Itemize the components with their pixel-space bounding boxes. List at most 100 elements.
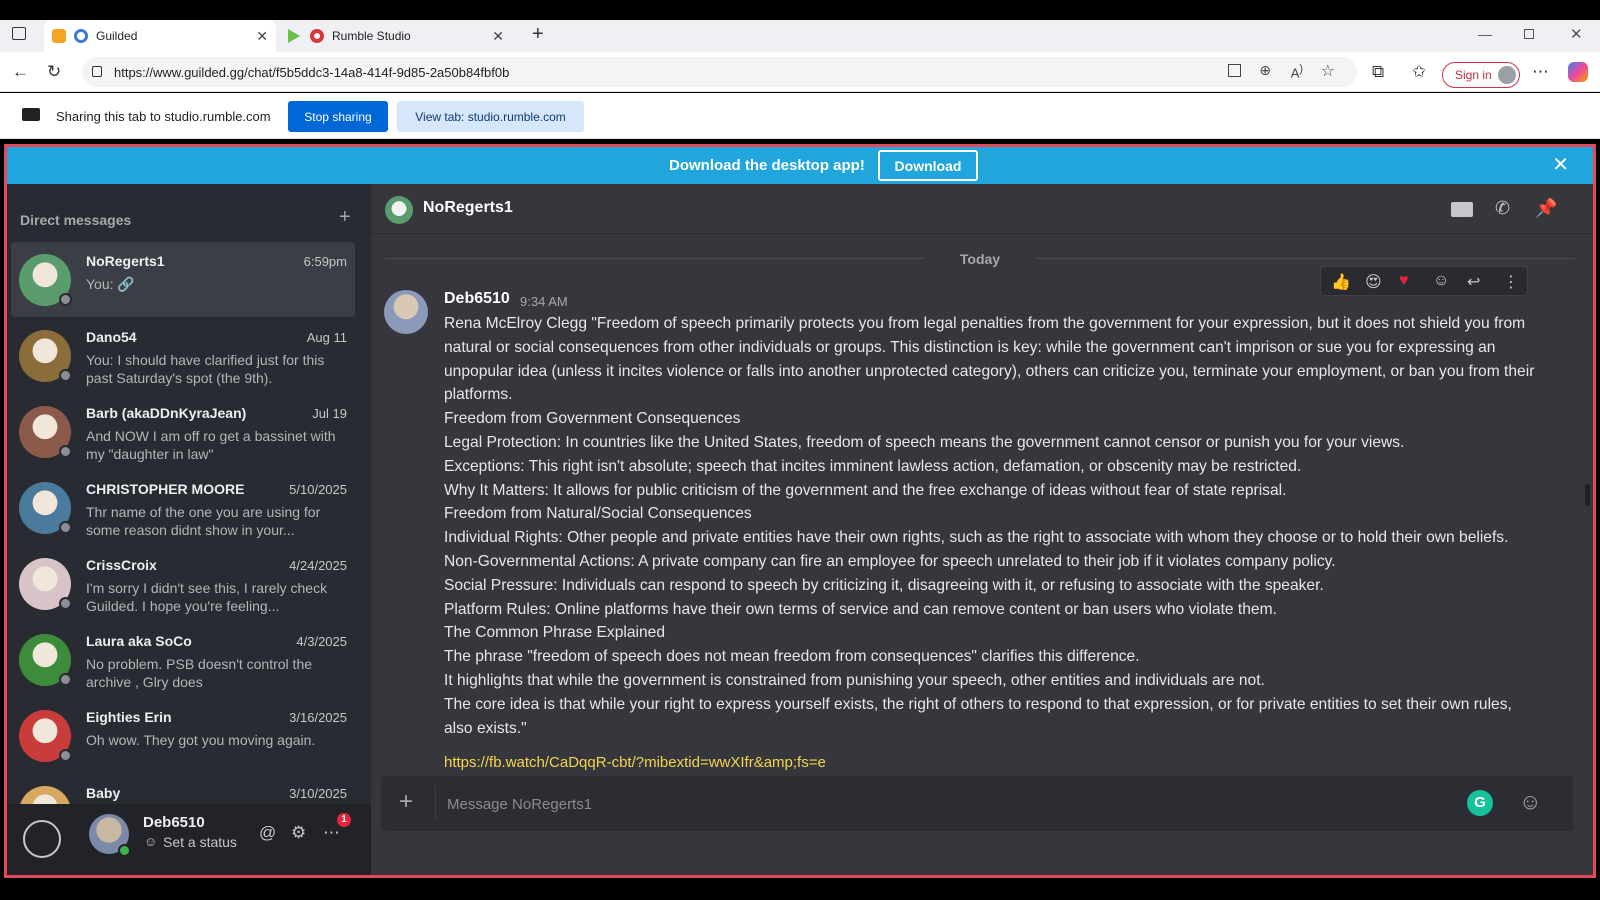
app-available-icon[interactable] (1228, 64, 1241, 77)
dm-date: 6:59pm (303, 254, 347, 269)
url-text: https://www.guilded.gg/chat/f5b5ddc3-14a… (114, 64, 510, 80)
message-link[interactable]: https://fb.watch/CaDqqR-cbt/?mibextid=ww… (444, 754, 826, 771)
avatar[interactable] (384, 290, 428, 334)
guilded-home-icon[interactable] (23, 820, 61, 858)
chat-header: NoRegerts1 ✆ 📌 (371, 184, 1593, 234)
download-button[interactable]: Download (878, 150, 978, 181)
sign-in-button[interactable]: Sign in (1442, 62, 1520, 88)
avatar[interactable] (385, 196, 413, 224)
restore-icon[interactable] (1524, 29, 1534, 39)
minimize-icon[interactable]: — (1478, 26, 1492, 42)
thumbs-up-icon[interactable]: 👍 (1331, 272, 1351, 292)
notification-badge: 1 (337, 813, 351, 827)
emoji-picker-icon[interactable]: ☺ (1519, 789, 1541, 815)
dm-name: NoRegerts1 (86, 253, 165, 269)
sign-in-label: Sign in (1455, 68, 1492, 82)
smiley-status-icon: ☺ (144, 834, 158, 849)
user-name: Deb6510 (143, 814, 205, 831)
banner-text: Download the desktop app! (669, 157, 865, 174)
favorites-icon[interactable]: ✩ (1412, 62, 1426, 82)
tab-label: Guilded (96, 29, 138, 43)
view-tab-button[interactable]: View tab: studio.rumble.com (397, 101, 584, 132)
status-dot-icon (59, 521, 72, 534)
dm-preview: Thr name of the one you are using for so… (86, 504, 321, 538)
dm-item[interactable]: CrissCroix 4/24/2025 I'm sorry I didn't se… (11, 546, 355, 621)
screen: Guilded ✕ Rumble Studio ✕ + — ✕ ← ↻ http… (0, 0, 1600, 900)
dm-date: 3/16/2025 (289, 710, 347, 725)
message-time: 9:34 AM (520, 294, 568, 309)
more-options-icon[interactable]: ⋯ (323, 823, 340, 843)
message-input[interactable] (447, 790, 1447, 818)
dm-date: Jul 19 (312, 406, 347, 421)
tab-close-icon[interactable]: ✕ (492, 28, 504, 45)
back-icon[interactable]: ← (12, 62, 29, 82)
chat-panel: NoRegerts1 ✆ 📌 Today 👍 😍 ♥ ☺ ↩ ⋮ Deb6510 (371, 184, 1593, 875)
download-banner: Download the desktop app! Download ✕ (7, 147, 1593, 184)
dm-item[interactable]: Eighties Erin 3/16/2025 Oh wow. They got y… (11, 698, 355, 773)
tab-sharing-bar: Sharing this tab to studio.rumble.com St… (0, 93, 1600, 139)
dm-item[interactable]: CHRISTOPHER MOORE 5/10/2025 Thr name of th… (11, 470, 355, 545)
heart-eyes-icon[interactable]: 😍 (1365, 272, 1382, 292)
gear-icon[interactable]: ⚙ (291, 823, 306, 843)
new-tab-icon[interactable]: + (532, 23, 544, 46)
dm-item[interactable]: Laura aka SoCo 4/3/2025 No problem. PSB do… (11, 622, 355, 697)
add-dm-icon[interactable]: + (339, 206, 351, 229)
message-line: The Common Phrase Explained (444, 624, 666, 642)
dm-preview: You: 🔗 (86, 276, 135, 292)
zoom-icon[interactable]: ⊕ (1259, 62, 1271, 79)
status-dot-icon (59, 749, 72, 762)
dm-date: 3/10/2025 (289, 786, 347, 801)
browser-toolbar: ← ↻ https://www.guilded.gg/chat/f5b5ddc3… (0, 52, 1600, 92)
add-attachment-icon[interactable]: + (399, 788, 413, 816)
status-dot-icon (59, 445, 72, 458)
close-window-icon[interactable]: ✕ (1570, 25, 1583, 43)
tab-rumble-studio[interactable]: Rumble Studio ✕ (280, 20, 512, 52)
phone-icon[interactable]: ✆ (1495, 198, 1510, 219)
dm-preview: I'm sorry I didn't see this, I rarely ch… (86, 580, 328, 614)
favorite-star-icon[interactable]: ☆ (1321, 61, 1335, 81)
status-dot-icon (59, 369, 72, 382)
status-dot-icon (59, 597, 72, 610)
message-line: It highlights that while the government … (444, 671, 1265, 689)
dm-sidebar: Direct messages + NoRegerts1 6:59pm You: 🔗… (7, 184, 371, 875)
message-line: Freedom from Government Consequences (444, 410, 741, 428)
add-reaction-icon[interactable]: ☺ (1433, 272, 1449, 290)
address-bar[interactable]: https://www.guilded.gg/chat/f5b5ddc3-14a… (82, 57, 1357, 87)
grammarly-icon[interactable]: G (1467, 790, 1493, 816)
mention-icon[interactable]: @ (259, 823, 276, 843)
video-call-icon[interactable] (1451, 202, 1473, 217)
message-line: The phrase "freedom of speech does not m… (444, 648, 1140, 666)
dm-preview: You: I should have clarified just for th… (86, 352, 325, 386)
reply-icon[interactable]: ↩ (1467, 272, 1480, 292)
read-aloud-icon[interactable]: A) (1291, 63, 1303, 80)
copilot-icon[interactable] (1568, 62, 1588, 82)
more-vertical-icon[interactable]: ⋮ (1503, 272, 1519, 292)
tab-actions-icon[interactable] (12, 27, 26, 40)
dm-item[interactable]: Barb (akaDDnKyraJean) Jul 19 And NOW I am … (11, 394, 355, 469)
set-status-link[interactable]: Set a status (163, 834, 237, 850)
message-line: The core idea is that while your right t… (444, 695, 1512, 737)
dm-name: Laura aka SoCo (86, 633, 192, 649)
close-banner-icon[interactable]: ✕ (1552, 152, 1569, 177)
tab-guilded[interactable]: Guilded ✕ (44, 20, 276, 52)
more-menu-icon[interactable]: ⋯ (1532, 62, 1549, 82)
divider-line (385, 258, 925, 259)
tab-close-icon[interactable]: ✕ (256, 28, 268, 45)
dm-item[interactable]: NoRegerts1 6:59pm You: 🔗 (11, 242, 355, 317)
refresh-icon[interactable]: ↻ (47, 62, 61, 82)
dm-item[interactable]: Dano54 Aug 11 You: I should have clarified… (11, 318, 355, 393)
stop-sharing-button[interactable]: Stop sharing (288, 101, 388, 132)
message-author[interactable]: Deb6510 (444, 290, 510, 308)
chat-scrollbar[interactable] (1585, 484, 1590, 506)
message-composer: + G ☺ (381, 776, 1573, 831)
heart-icon[interactable]: ♥ (1399, 272, 1409, 290)
status-dot-icon (59, 673, 72, 686)
extensions-icon[interactable]: ⧉ (1372, 62, 1384, 82)
user-bar: Deb6510 ☺ Set a status @ ⚙ ⋯ 1 (7, 804, 371, 875)
dm-preview: And NOW I am off ro get a bassinet with … (86, 428, 336, 462)
dm-name: CrissCroix (86, 557, 157, 573)
status-dot-icon (59, 293, 72, 306)
pin-icon[interactable]: 📌 (1535, 198, 1557, 219)
message-action-bar: 👍 😍 ♥ ☺ ↩ ⋮ (1320, 266, 1528, 296)
rumble-play-icon (288, 29, 300, 43)
